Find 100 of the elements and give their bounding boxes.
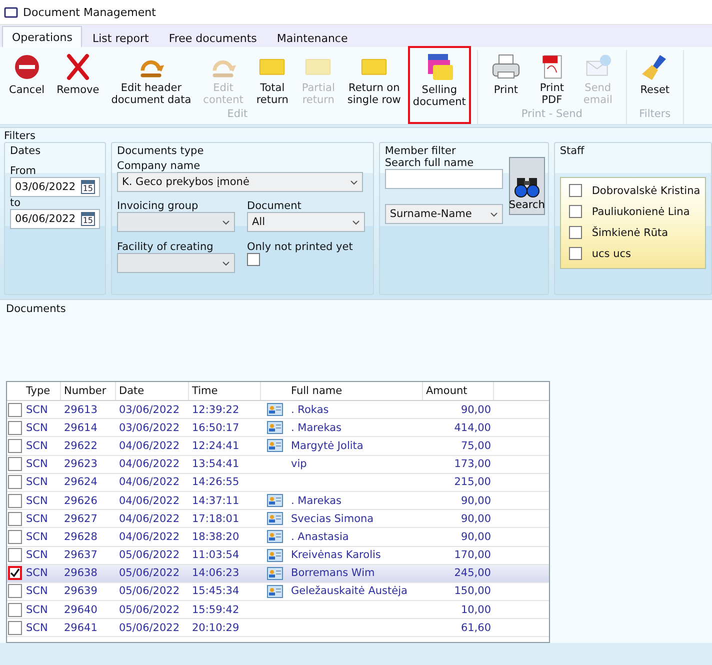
row-checkbox[interactable]	[8, 457, 22, 472]
table-cell-text: 05/06/2022	[118, 566, 181, 582]
section-title: Filters	[4, 130, 36, 142]
table-cell-text: SCN	[25, 438, 49, 454]
checkbox[interactable]	[568, 247, 582, 260]
window-title: Document Management	[23, 6, 156, 18]
staff-name: ucs ucs	[592, 248, 631, 260]
ribbon-button[interactable]: Print PDF	[530, 50, 574, 108]
calendar-icon[interactable]: 15	[80, 180, 95, 194]
table-cell-text: 29623	[63, 457, 98, 472]
table-cell-text: 75,00	[460, 438, 492, 454]
table-cell-text: vip	[290, 457, 308, 472]
table-row[interactable]: SCN 29640 05/06/2022 15:59:42 10,00	[7, 601, 549, 620]
field-label: Document	[247, 200, 302, 212]
table-row[interactable]: SCN 29626 04/06/2022 14:37:11 . Marekas 90,00	[7, 492, 549, 510]
table-cell-text: 90,00	[460, 402, 492, 418]
table-row[interactable]: SCN 29638 05/06/2022 14:06:23 Borremans Wim 245,00	[7, 564, 549, 583]
order-dropdown[interactable]: Surname-Name	[384, 204, 503, 224]
table-cell-text: 29626	[63, 494, 98, 509]
checkbox[interactable]	[568, 184, 582, 197]
field-label: Only not printed yet	[247, 241, 354, 253]
staff-name: Šimkienė Rūta	[592, 226, 668, 238]
search-button[interactable]: Search	[508, 157, 545, 215]
table-cell-text: SCN	[25, 475, 49, 490]
table-row[interactable]: SCN 29628 04/06/2022 18:38:20 . Anastasia 90,00	[7, 528, 549, 546]
table-row[interactable]: SCN 29624 04/06/2022 14:26:55 215,00	[7, 474, 549, 492]
table-cell-text: 04/06/2022	[118, 530, 181, 545]
window-icon	[4, 6, 18, 18]
table-cell-text: 245,00	[453, 566, 492, 582]
table-cell-text: . Rokas	[290, 402, 330, 418]
table-cell-text: 12:39:22	[191, 402, 240, 418]
row-checkbox[interactable]	[8, 584, 22, 598]
ribbon-button[interactable]: Remove	[52, 50, 104, 108]
table-cell-text: SCN	[25, 548, 49, 564]
table-cell-text: 61,60	[460, 620, 492, 636]
table-cell-text: SCN	[25, 584, 49, 600]
group-label: Edit	[227, 108, 248, 120]
table-cell-text: 05/06/2022	[118, 602, 181, 618]
table-cell-text: 90,00	[460, 494, 492, 509]
table-cell-text: 04/06/2022	[118, 457, 181, 472]
table-cell-text: 29613	[63, 402, 98, 418]
table-row[interactable]: SCN 29623 04/06/2022 13:54:41 vip 173,00	[7, 456, 549, 474]
company-dropdown[interactable]: K. Geco prekybos įmonė	[117, 172, 363, 192]
date-field[interactable]: 03/06/2022 15	[10, 177, 100, 197]
search-field[interactable]	[384, 169, 503, 189]
row-checkbox[interactable]	[8, 512, 22, 526]
row-checkbox[interactable]	[8, 548, 22, 562]
row-checkbox[interactable]	[8, 438, 22, 453]
row-checkbox[interactable]	[8, 494, 22, 508]
ribbon-button[interactable]: Print	[484, 50, 528, 108]
table-cell-text: 20:10:29	[191, 620, 240, 636]
column-header[interactable]: Type	[23, 382, 61, 400]
row-checkbox[interactable]	[8, 530, 22, 544]
calendar-icon[interactable]: 15	[80, 212, 95, 226]
table-row[interactable]: SCN 29641 05/06/2022 20:10:29 61,60	[7, 619, 549, 638]
row-checkbox[interactable]	[8, 475, 22, 490]
table-cell-text: 29640	[63, 602, 98, 618]
table-cell-text: 03/06/2022	[118, 420, 181, 436]
ribbon-button[interactable]: Return on single row	[342, 50, 406, 108]
table-cell-text: SCN	[25, 457, 49, 472]
table-row[interactable]: SCN 29639 05/06/2022 15:45:34 Geležauskaitė Austėja 150,00	[7, 582, 549, 602]
ribbon-button[interactable]: Reset	[632, 50, 677, 108]
tab[interactable]: Operations	[2, 26, 82, 47]
date-field[interactable]: 06/06/2022 15	[10, 209, 100, 229]
row-checkbox[interactable]	[8, 602, 22, 617]
table-row[interactable]: SCN 29627 04/06/2022 17:18:01 Svecias Simona 90,00	[7, 510, 549, 528]
column-header[interactable]: Date	[116, 382, 189, 400]
table-cell-text: 04/06/2022	[118, 475, 181, 490]
row-checkbox[interactable]	[8, 620, 22, 635]
table-cell-text: 29627	[63, 512, 98, 527]
row-checkbox[interactable]	[8, 420, 22, 435]
ribbon-button[interactable]: Edit header document data	[106, 50, 196, 108]
table-cell-text: 11:03:54	[191, 548, 240, 564]
table-row[interactable]: SCN 29622 04/06/2022 12:24:41 Margytė Jolita 75,00	[7, 437, 549, 456]
section-title: Documents	[6, 303, 67, 317]
field-label: Company name	[117, 160, 202, 172]
table-cell-text: 13:54:41	[191, 457, 240, 472]
row-checkbox[interactable]	[8, 566, 22, 580]
table-cell-text: 14:37:11	[191, 494, 240, 509]
tab[interactable]: Maintenance	[266, 28, 358, 47]
checkbox[interactable]	[568, 226, 582, 239]
checkbox[interactable]	[247, 253, 260, 266]
ribbon-button[interactable]: Selling document	[408, 46, 471, 124]
checkbox[interactable]	[568, 205, 582, 218]
table-cell-text: 29638	[63, 566, 98, 582]
table-row[interactable]: SCN 29613 03/06/2022 12:39:22 . Rokas 90,00	[7, 401, 549, 420]
document-dropdown[interactable]: All	[247, 212, 365, 232]
table-cell-text: 04/06/2022	[118, 512, 181, 527]
tab[interactable]: List report	[82, 28, 159, 47]
column-header[interactable]: Time	[189, 382, 261, 400]
row-checkbox[interactable]	[8, 402, 22, 417]
ribbon-button[interactable]: Total return	[250, 50, 294, 108]
column-header[interactable]: Number	[61, 382, 116, 400]
column-header[interactable]: Full name	[288, 382, 423, 400]
table-cell-text: Geležauskaitė Austėja	[290, 584, 408, 600]
staff-name: Pauliukonienė Lina	[592, 206, 690, 218]
tab[interactable]: Free documents	[158, 28, 267, 47]
column-header[interactable]: Amount	[423, 382, 494, 400]
table-row[interactable]: SCN 29614 03/06/2022 16:50:17 . Marekas 414,00	[7, 419, 549, 438]
ribbon-button[interactable]: Cancel	[4, 50, 50, 108]
